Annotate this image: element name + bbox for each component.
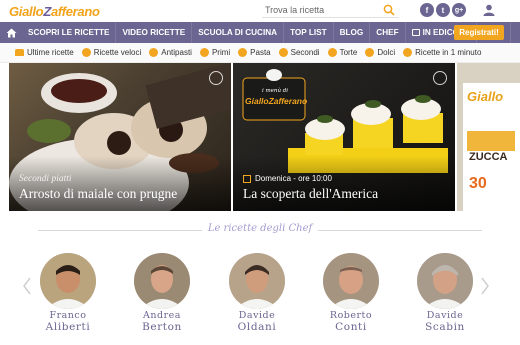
twitter-icon[interactable]: t: [436, 3, 450, 17]
logo-text-afferano: afferano: [50, 3, 100, 19]
chef-first-name: Roberto: [329, 310, 373, 321]
dolci-icon: [365, 48, 375, 57]
category-label: Ultime ricette: [27, 48, 74, 57]
pasta-icon: [238, 48, 248, 57]
hero-date: Domenica - ore 10:00: [243, 174, 332, 183]
hero-date-text: Domenica - ore 10:00: [255, 174, 332, 183]
calendar-icon: [243, 174, 251, 183]
search-input[interactable]: [265, 3, 375, 17]
stopwatch-icon: [403, 48, 413, 57]
hero-card-america[interactable]: i menù di GialloZafferano Domenica - ore…: [233, 63, 455, 211]
top-header: GialloZafferano f t g+: [0, 0, 520, 22]
home-icon: [6, 28, 16, 37]
nav-item-blog[interactable]: Blog: [334, 22, 371, 43]
chef-photo: [134, 253, 190, 309]
chef-hat-icon: [15, 49, 24, 56]
clock-icon: [81, 48, 91, 57]
hero-title[interactable]: La scoperta dell'America: [243, 186, 378, 202]
category-label: Torte: [339, 48, 358, 57]
facebook-icon[interactable]: f: [420, 3, 434, 17]
chef-photo: [229, 253, 285, 309]
nav-item-scopri-ricette[interactable]: Scopri le ricette: [22, 22, 117, 43]
chef-first-name: Andrea: [143, 310, 181, 321]
register-button[interactable]: Registrati!: [454, 25, 504, 40]
hero-category: Secondi piatti: [19, 174, 72, 184]
hero-shade: [233, 156, 455, 211]
chef-last-name: Berton: [142, 321, 182, 333]
chef-card[interactable]: Davide Scabin: [417, 253, 473, 333]
nav-item-top-list[interactable]: Top list: [284, 22, 334, 43]
category-label: Dolci: [377, 48, 396, 57]
user-icon[interactable]: [482, 3, 496, 17]
category-label: Primi: [211, 48, 231, 57]
secondi-icon: [278, 48, 288, 57]
category-label: Ricette in 1 minuto: [415, 48, 482, 57]
magazine-icon: [411, 29, 420, 36]
magazine-cover[interactable]: Giallo ZUCCA 30: [457, 63, 520, 211]
home-button[interactable]: [0, 22, 22, 43]
chef-card[interactable]: Andrea Berton: [134, 253, 190, 333]
chef-first-name: Davide: [238, 310, 276, 321]
torte-icon: [327, 48, 337, 57]
chef-last-name: Scabin: [425, 321, 465, 333]
magazine-headline: ZUCCA: [469, 151, 508, 163]
logo-text-giallo: Giallo: [9, 3, 44, 19]
camera-badge-icon: [209, 71, 223, 85]
page: GialloZafferano f t g+ Scopri le ricette…: [0, 0, 520, 345]
nav-item-chef[interactable]: Chef: [370, 22, 406, 43]
chevron-left-icon[interactable]: [22, 276, 32, 296]
chef-last-name: Oldani: [237, 321, 277, 333]
antipasti-icon: [149, 48, 159, 57]
category-primi[interactable]: Primi: [199, 48, 231, 57]
magazine-band: [467, 131, 515, 151]
chevron-right-icon[interactable]: [480, 276, 490, 296]
category-label: Secondi: [290, 48, 320, 57]
hero-title[interactable]: Arrosto di maiale con prugne: [19, 186, 177, 202]
twitter-icon-glyph: t: [441, 5, 445, 15]
chef-photo: [417, 253, 473, 309]
chef-section-title: Le ricette degli Chef: [207, 223, 313, 234]
chef-photo: [323, 253, 379, 309]
category-ricette-veloci[interactable]: Ricette veloci: [81, 48, 142, 57]
category-label: Pasta: [250, 48, 271, 57]
logo-text-z: Z: [43, 3, 51, 19]
category-secondi[interactable]: Secondi: [278, 48, 320, 57]
search-box: [262, 2, 399, 18]
category-antipasti[interactable]: Antipasti: [149, 48, 192, 57]
category-bar: Ultime ricette Ricette veloci Antipasti …: [0, 43, 520, 63]
chef-first-name: Franco: [49, 310, 87, 321]
category-ricette-1-minuto[interactable]: Ricette in 1 minuto: [403, 48, 481, 57]
google-plus-icon[interactable]: g+: [452, 3, 466, 17]
main-nav: Scopri le ricette Video ricette Scuola d…: [0, 22, 520, 43]
facebook-icon-glyph: f: [425, 5, 429, 15]
menu-badge-brand: GialloZafferano: [245, 96, 308, 106]
nav-item-video-ricette[interactable]: Video ricette: [116, 22, 193, 43]
camera-badge-icon: [433, 71, 447, 85]
chef-last-name: Conti: [335, 321, 367, 333]
nav-item-scuola-cucina[interactable]: Scuola di cucina: [192, 22, 285, 43]
chef-last-name: Aliberti: [45, 321, 91, 333]
google-plus-icon-glyph: g+: [454, 6, 464, 14]
primi-icon: [199, 48, 209, 57]
menu-badge-small: i menù di: [261, 88, 289, 94]
nav-edicola-prefix: In: [422, 28, 431, 37]
hero-card-arrosto[interactable]: Secondi piatti Arrosto di maiale con pru…: [9, 63, 231, 211]
chef-card[interactable]: Roberto Conti: [323, 253, 379, 333]
category-label: Ricette veloci: [93, 48, 142, 57]
chef-card[interactable]: Davide Oldani: [229, 253, 285, 333]
site-logo[interactable]: GialloZafferano: [9, 2, 100, 20]
magazine-brand: Giallo: [467, 89, 504, 104]
chef-first-name: Davide: [426, 310, 464, 321]
search-icon[interactable]: [383, 4, 395, 16]
category-torte[interactable]: Torte: [327, 48, 358, 57]
category-dolci[interactable]: Dolci: [365, 48, 395, 57]
category-ultime-ricette[interactable]: Ultime ricette: [15, 48, 74, 57]
category-label: Antipasti: [161, 48, 192, 57]
chef-photo: [40, 253, 96, 309]
chef-card[interactable]: Franco Aliberti: [40, 253, 96, 333]
category-pasta[interactable]: Pasta: [238, 48, 271, 57]
magazine-number: 30: [469, 175, 487, 192]
